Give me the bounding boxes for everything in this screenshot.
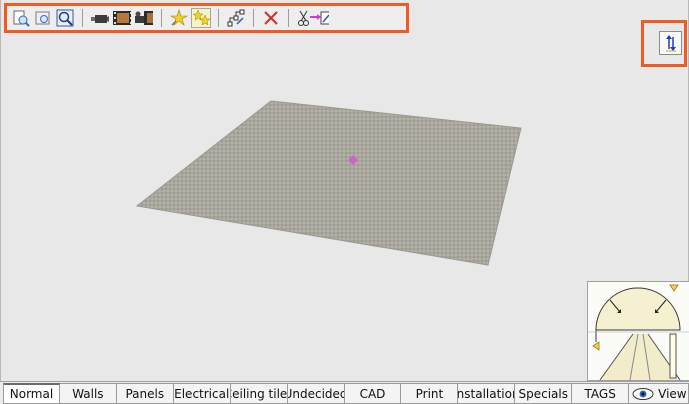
camera-icon	[91, 15, 109, 23]
light-star-icon	[170, 9, 188, 26]
cut-paste-button[interactable]	[296, 8, 330, 28]
zoom-extents-button[interactable]	[55, 8, 75, 28]
pan-triangle-icon[interactable]	[599, 333, 681, 381]
tab-view-label: View	[658, 386, 687, 401]
toolbar-separator	[82, 9, 83, 27]
tab-panels[interactable]: Panels	[116, 383, 174, 404]
zoom-window-button[interactable]	[33, 8, 53, 28]
tilt-up-icon[interactable]	[669, 284, 679, 292]
layer-tab-bar: Normal Walls Panels Electrical Ceiling t…	[0, 381, 689, 404]
camera-navigator[interactable]	[587, 281, 689, 381]
eye-icon	[632, 387, 654, 400]
tab-installation[interactable]: Installation	[458, 383, 516, 404]
multi-light-button[interactable]	[191, 8, 211, 28]
film-button[interactable]	[112, 8, 132, 28]
camera-button[interactable]	[90, 8, 110, 28]
zoom-in-icon	[13, 10, 30, 27]
multi-light-icon	[192, 9, 210, 26]
movie-camera-icon	[135, 11, 153, 25]
tab-ceiling-tiles[interactable]: Ceiling tiles	[230, 383, 288, 404]
light-button[interactable]	[169, 8, 189, 28]
tab-specials[interactable]: Specials	[515, 383, 573, 404]
floor-plane-render[interactable]	[1, 0, 689, 381]
delete-icon	[264, 11, 278, 25]
zoom-extents-icon	[56, 9, 74, 27]
tab-tags[interactable]: TAGS	[572, 383, 630, 404]
pan-left-icon[interactable]	[592, 341, 600, 351]
view-toggle-highlight	[641, 20, 687, 67]
transform-points-button[interactable]	[226, 8, 246, 28]
zoom-slider[interactable]	[669, 333, 677, 379]
cut-paste-icon	[298, 10, 329, 26]
zoom-window-icon	[35, 11, 50, 25]
3d-viewport[interactable]	[0, 0, 689, 381]
movie-camera-button[interactable]	[134, 8, 154, 28]
transform-points-icon	[227, 9, 245, 27]
film-icon	[113, 11, 131, 25]
tab-walls[interactable]: Walls	[59, 383, 117, 404]
tab-print[interactable]: Print	[401, 383, 459, 404]
tab-normal[interactable]: Normal	[3, 383, 60, 404]
floor-surface	[135, 100, 522, 266]
zoom-in-button[interactable]	[11, 8, 31, 28]
tab-view[interactable]: View	[629, 383, 689, 404]
tab-electrical[interactable]: Electrical	[173, 383, 231, 404]
toolbar-separator	[161, 9, 162, 27]
toolbar-separator	[288, 9, 289, 27]
tab-undecided[interactable]: Undecided	[287, 383, 345, 404]
delete-button[interactable]	[261, 8, 281, 28]
view-toolbar	[4, 3, 409, 33]
swap-vertical-icon	[665, 35, 676, 52]
swap-view-button[interactable]	[659, 31, 682, 55]
navigator-graphic	[588, 284, 689, 381]
tab-cad[interactable]: CAD	[344, 383, 402, 404]
toolbar-separator	[253, 9, 254, 27]
toolbar-separator	[218, 9, 219, 27]
